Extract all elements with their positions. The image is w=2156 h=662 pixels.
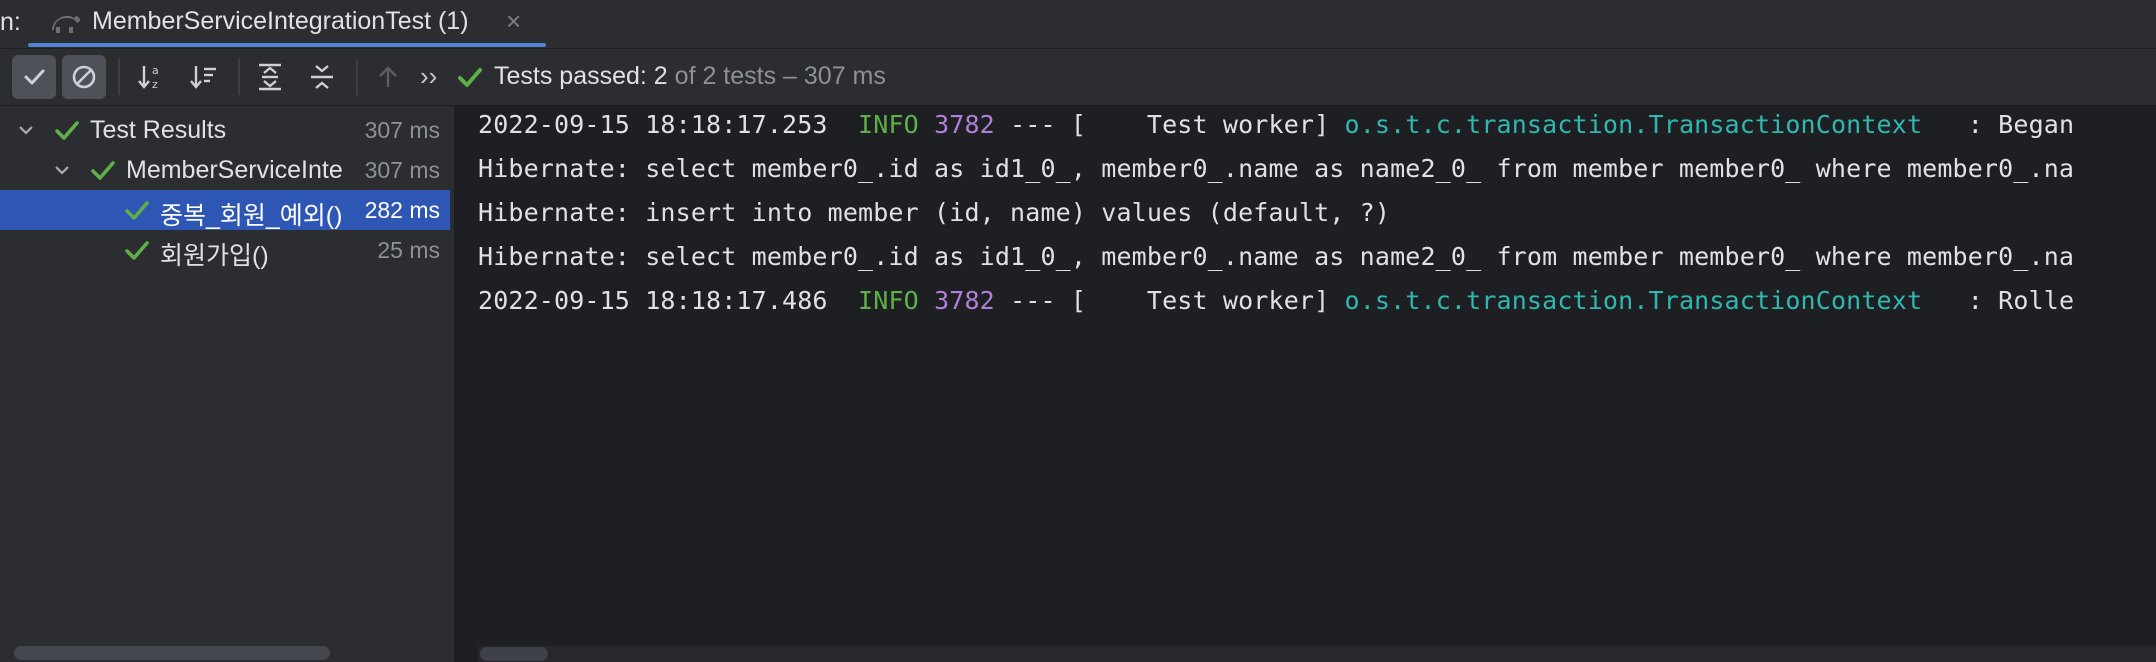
tree-item-duration: 25 ms [377,237,440,263]
tree-item-duplicate-member-exception[interactable]: 중복_회원_예외() 282 ms [0,190,450,230]
tab-member-service-integration-test[interactable]: MemberServiceIntegrationTest (1) × [32,0,546,48]
log-logger: o.s.t.c.transaction.TransactionContext [1344,110,1923,139]
tree-item-test-results[interactable]: Test Results 307 ms [0,110,450,150]
sort-alphabetically-button[interactable]: a z [130,55,174,99]
tree-item-duration: 307 ms [364,117,440,143]
tree-item-label: 회원가입() [160,242,269,270]
collapse-all-icon [311,65,333,89]
show-ignored-icon [72,65,96,89]
show-passed-button[interactable] [12,55,56,99]
tree-item-label: Test Results [90,116,227,144]
log-thread: --- [ Test worker] [1010,110,1330,139]
chevron-down-icon[interactable] [16,120,36,140]
test-status-passed: Tests passed: 2 [494,62,668,90]
passed-check-icon [456,63,484,91]
log-level: INFO [858,286,919,315]
tree-horizontal-scrollbar[interactable] [14,646,330,660]
log-thread: --- [ Test worker] [1010,286,1330,315]
passed-check-icon [55,121,79,140]
svg-text:a: a [152,64,159,77]
previous-failed-button[interactable] [366,55,410,99]
toolbar-separator [238,59,240,95]
svg-text:z: z [152,78,158,91]
sort-by-duration-icon [190,66,216,89]
sort-alphabetically-icon: a z [138,64,159,91]
passed-check-icon [125,201,149,220]
toolbar-separator [356,59,358,95]
console-line: Hibernate: select member0_.id as id1_0_,… [478,154,2075,183]
collapse-all-button[interactable] [300,55,344,99]
console-horizontal-scrollbar-thumb[interactable] [480,647,548,661]
log-message: : Began [1937,110,2075,139]
log-pid: 3782 [934,286,995,315]
console-line: 2022-09-15 18:18:17.253 INFO 3782 --- [ … [478,110,2074,150]
gradle-icon [50,10,82,36]
log-message: : Rolle [1937,286,2075,315]
passed-check-icon [91,161,115,180]
tree-item-member-service-integration-test[interactable]: MemberServiceInte 307 ms [0,150,450,190]
active-tab-indicator [28,43,546,47]
run-tool-label: n: [0,8,21,36]
passed-check-icon [125,241,149,260]
tree-item-duration: 282 ms [364,197,440,223]
sort-by-duration-button[interactable] [182,55,226,99]
test-runner-toolbar: a z ›› Tests passed: 2 of 2 tests – 307 … [0,49,2156,106]
log-timestamp: 2022-09-15 18:18:17.486 [478,286,828,315]
chevron-down-icon[interactable] [52,160,72,180]
more-actions-chevron-icon[interactable]: ›› [420,61,437,92]
console-line: Hibernate: insert into member (id, name)… [478,198,1391,227]
close-tab-icon[interactable]: × [506,6,521,37]
log-level: INFO [858,110,919,139]
show-passed-icon [24,69,45,85]
tab-title: MemberServiceIntegrationTest (1) [92,7,469,35]
toolbar-separator [118,59,120,95]
test-results-tree: Test Results 307 ms MemberServiceInte 30… [0,106,456,662]
show-ignored-button[interactable] [62,55,106,99]
tree-item-label: MemberServiceInte [126,156,343,184]
test-status-detail: of 2 tests – 307 ms [667,62,886,90]
up-arrow-icon [379,66,397,87]
tree-item-label: 중복_회원_예외() [160,202,343,230]
console-line: 2022-09-15 18:18:17.486 INFO 3782 --- [ … [478,286,2074,326]
tab-bar: n: MemberServiceIntegrationTest (1) × [0,0,2156,49]
expand-all-icon [259,63,281,91]
console-horizontal-scrollbar-track[interactable] [478,646,2156,662]
console-output[interactable]: 2022-09-15 18:18:17.253 INFO 3782 --- [ … [456,106,2156,662]
log-logger: o.s.t.c.transaction.TransactionContext [1344,286,1923,315]
test-status: Tests passed: 2 of 2 tests – 307 ms [494,62,886,91]
tree-item-duration: 307 ms [364,157,440,183]
tree-item-member-join[interactable]: 회원가입() 25 ms [0,230,450,270]
console-line: Hibernate: select member0_.id as id1_0_,… [478,242,2075,271]
log-timestamp: 2022-09-15 18:18:17.253 [478,110,828,139]
expand-all-button[interactable] [248,55,292,99]
log-pid: 3782 [934,110,995,139]
